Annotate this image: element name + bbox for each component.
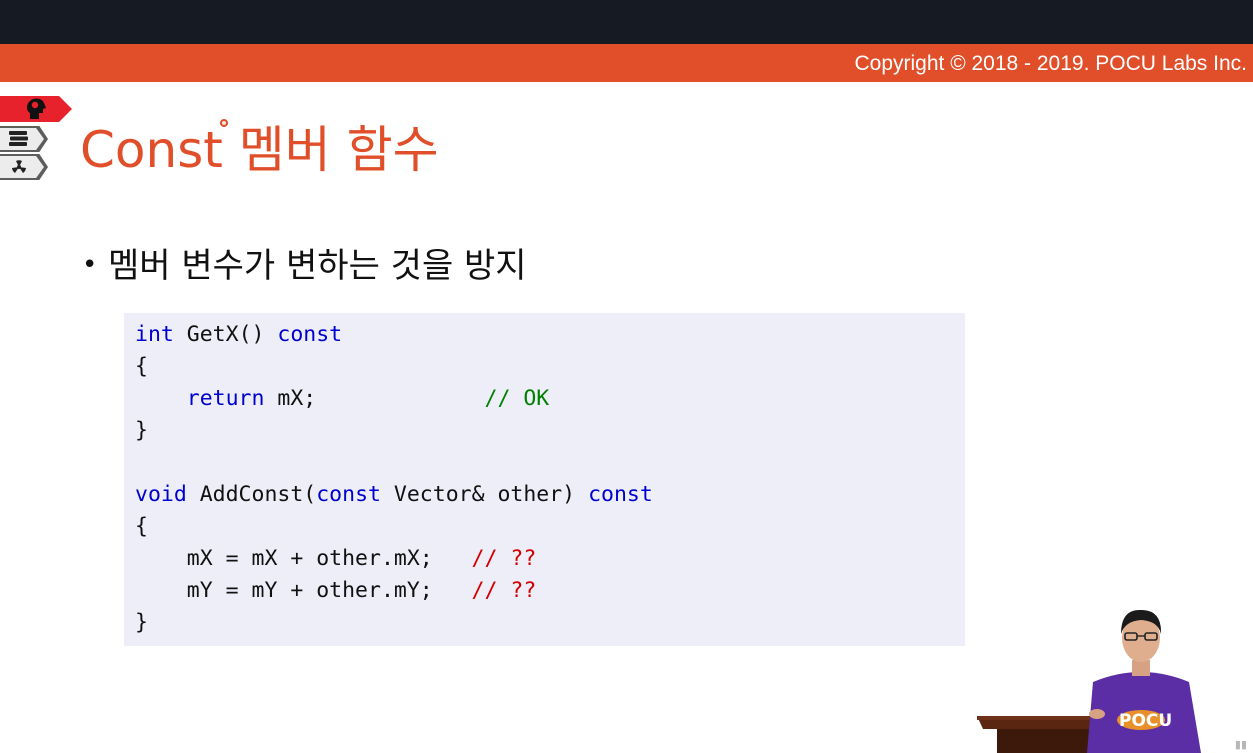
- code-line: return mX; // OK: [135, 386, 549, 411]
- code-comment: // ??: [471, 546, 537, 571]
- code-text: Vector& other): [380, 482, 589, 507]
- book-stack-icon: [9, 131, 28, 146]
- code-keyword: const: [277, 322, 343, 347]
- code-listing: int GetX() const { return mX; // OK } vo…: [135, 319, 653, 639]
- code-line: {: [135, 354, 148, 379]
- radiation-icon: [12, 160, 26, 173]
- code-text: mX = mX + other.mX;: [135, 546, 472, 571]
- code-comment: // OK: [484, 386, 550, 411]
- presenter-video: POCU: [977, 609, 1201, 753]
- code-text: {: [135, 514, 148, 539]
- shirt-logo-text: POCU: [1119, 711, 1172, 731]
- code-line: int GetX() const: [135, 322, 342, 347]
- code-line: mX = mX + other.mX; // ??: [135, 546, 537, 571]
- code-comment: // ??: [471, 578, 537, 603]
- side-tabs: [0, 96, 74, 184]
- side-tab-brain[interactable]: [0, 96, 72, 122]
- code-text: mX;: [264, 386, 485, 411]
- code-line: {: [135, 514, 148, 539]
- code-block: int GetX() const { return mX; // OK } vo…: [124, 313, 965, 646]
- code-text: mY = mY + other.mY;: [135, 578, 472, 603]
- top-black-bar: [0, 0, 1253, 44]
- code-keyword: int: [135, 322, 174, 347]
- code-text: GetX(): [173, 322, 278, 347]
- code-line: mY = mY + other.mY; // ??: [135, 578, 537, 603]
- code-text: AddConst(: [186, 482, 317, 507]
- code-keyword: const: [316, 482, 381, 507]
- code-keyword: void: [135, 482, 187, 507]
- side-tab-books[interactable]: [0, 126, 48, 152]
- code-text: }: [135, 418, 148, 443]
- bullet-text: 멤버 변수가 변하는 것을 방지: [108, 246, 527, 286]
- code-keyword: return: [186, 386, 265, 411]
- code-text: {: [135, 354, 148, 379]
- code-text: }: [135, 610, 148, 635]
- brain-head-icon: [27, 98, 46, 119]
- side-tab-radiation[interactable]: [0, 154, 48, 180]
- slide-title: Const 멤버 함수: [80, 121, 439, 179]
- code-line: }: [135, 610, 148, 635]
- watermark-icon: ▮▮: [1234, 738, 1247, 751]
- code-keyword: const: [588, 482, 653, 507]
- code-line: void AddConst(const Vector& other) const: [135, 482, 653, 507]
- code-line: }: [135, 418, 148, 443]
- laser-pointer-icon: [220, 119, 228, 127]
- bullet-icon: •: [82, 250, 98, 280]
- bullet-item: • 멤버 변수가 변하는 것을 방지: [82, 238, 527, 287]
- copyright-text: Copyright © 2018 - 2019. POCU Labs Inc.: [854, 52, 1247, 75]
